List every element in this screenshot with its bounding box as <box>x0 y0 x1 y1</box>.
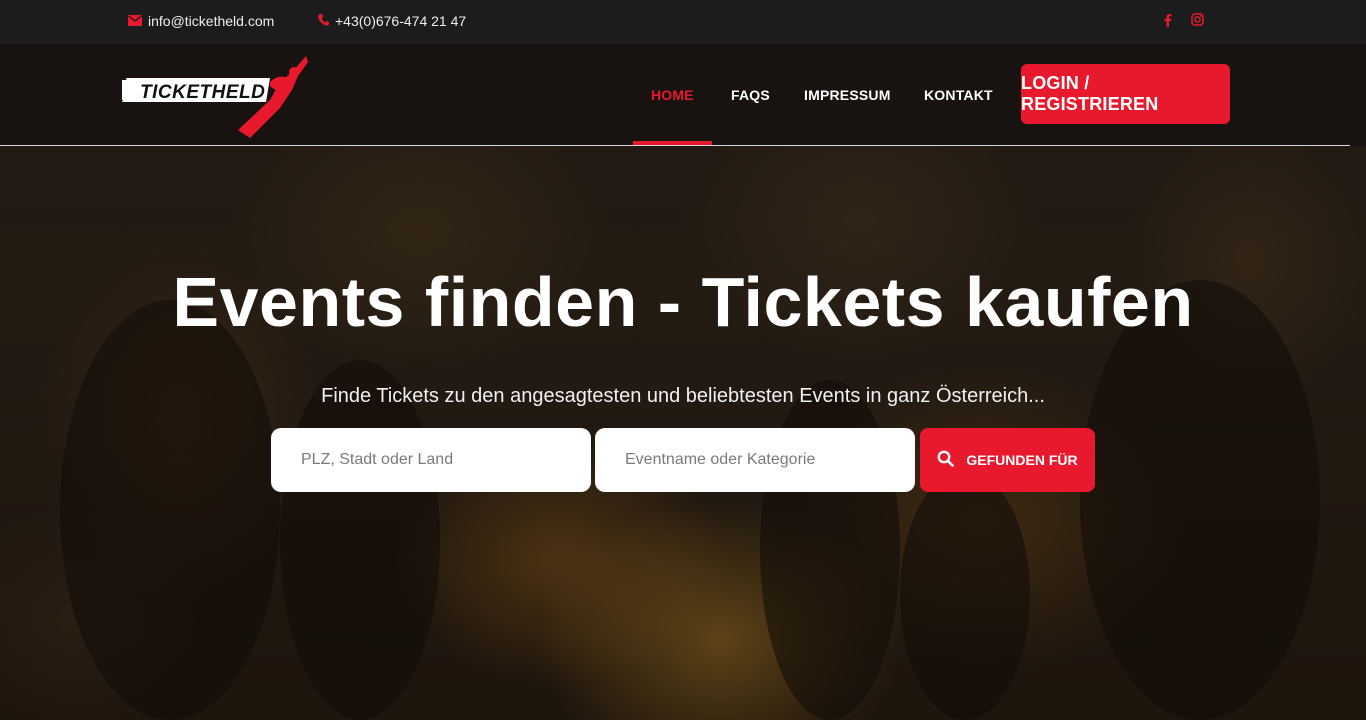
login-register-button[interactable]: LOGIN / REGISTRIEREN <box>1021 64 1230 124</box>
nav-home[interactable]: HOME <box>651 87 694 103</box>
hero-subtitle: Finde Tickets zu den angesagtesten und b… <box>321 385 1045 407</box>
facebook-icon[interactable] <box>1164 13 1172 30</box>
ticketheld-logo[interactable]: TICKETHELD <box>120 50 310 140</box>
header-divider <box>0 145 1350 146</box>
search-button-label: GEFUNDEN FÜR <box>966 452 1078 468</box>
contact-phone-text[interactable]: +43(0)676-474 21 47 <box>335 13 466 29</box>
contact-email-text[interactable]: info@ticketheld.com <box>148 13 274 29</box>
page: info@ticketheld.com +43(0)676-474 21 47 … <box>0 0 1366 720</box>
event-input[interactable] <box>625 451 915 469</box>
nav-kontakt[interactable]: KONTAKT <box>924 87 993 103</box>
location-search-field[interactable] <box>271 428 591 492</box>
contact-phone[interactable]: +43(0)676-474 21 47 <box>318 13 466 29</box>
envelope-icon <box>128 14 142 29</box>
contact-email[interactable]: info@ticketheld.com <box>128 13 274 29</box>
event-search-field[interactable] <box>595 428 915 492</box>
svg-text:TICKETHELD: TICKETHELD <box>140 82 265 103</box>
nav-impressum[interactable]: IMPRESSUM <box>804 87 891 103</box>
nav-faqs[interactable]: FAQS <box>731 87 770 103</box>
hero-title: Events finden - Tickets kaufen <box>172 263 1194 341</box>
search-icon <box>937 450 955 470</box>
phone-icon <box>318 13 329 29</box>
location-input[interactable] <box>301 451 591 469</box>
search-button[interactable]: GEFUNDEN FÜR <box>920 428 1095 492</box>
instagram-icon[interactable] <box>1191 13 1204 29</box>
top-contact-bar: info@ticketheld.com +43(0)676-474 21 47 <box>0 0 1366 44</box>
